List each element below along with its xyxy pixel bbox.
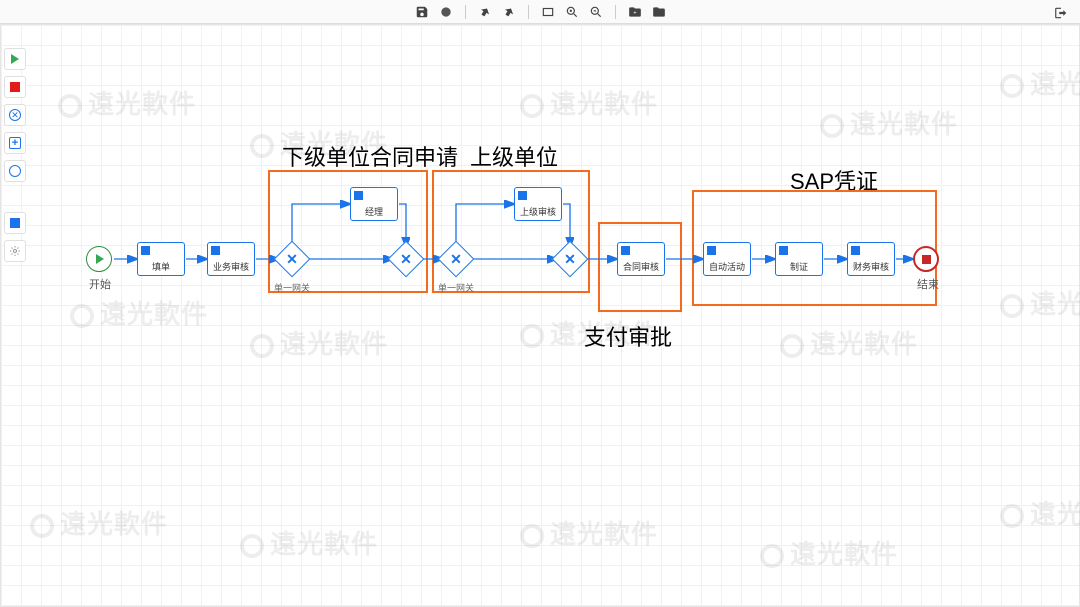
gateway-3[interactable]: ✕ (443, 246, 469, 272)
folder-add-button[interactable]: + (624, 1, 646, 23)
top-toolbar: + (0, 0, 1080, 24)
palette-user-task[interactable] (4, 212, 26, 234)
palette-start-event[interactable] (4, 48, 26, 70)
end-event[interactable] (913, 246, 939, 272)
fit-button[interactable] (537, 1, 559, 23)
annotation-label-2: 上级单位 (470, 140, 558, 172)
undo-button[interactable] (474, 1, 496, 23)
gateway-2[interactable]: ✕ (393, 246, 419, 272)
task-superior-review[interactable]: 上级审核 (514, 187, 562, 221)
svg-text:+: + (633, 10, 637, 16)
exit-button[interactable] (1050, 2, 1072, 24)
end-event-label: 结束 (908, 276, 948, 292)
task-business-review[interactable]: 业务审核 (207, 242, 255, 276)
palette-intermediate-event[interactable]: + (4, 132, 26, 154)
start-event-label: 开始 (80, 276, 120, 292)
task-manager[interactable]: 经理 (350, 187, 398, 221)
task-auto-activity[interactable]: 自动活动 (703, 242, 751, 276)
save-button[interactable] (411, 1, 433, 23)
redo-button[interactable] (498, 1, 520, 23)
annotation-label-1: 下级单位合同申请 (282, 140, 458, 172)
start-event[interactable] (86, 246, 112, 272)
palette-end-event[interactable] (4, 76, 26, 98)
task-fill-form[interactable]: 填单 (137, 242, 185, 276)
task-finance-review[interactable]: 财务审核 (847, 242, 895, 276)
side-palette: ✕ + (4, 48, 28, 262)
palette-exclusive-gateway[interactable]: ✕ (4, 104, 26, 126)
gateway-1-label: 单一网关 (274, 281, 310, 294)
workflow-canvas[interactable] (0, 24, 1080, 607)
palette-circle-event[interactable] (4, 160, 26, 182)
task-voucher[interactable]: 制证 (775, 242, 823, 276)
gateway-1[interactable]: ✕ (279, 246, 305, 272)
annotation-label-3: 支付审批 (584, 320, 672, 352)
zoom-out-button[interactable] (585, 1, 607, 23)
validate-button[interactable] (435, 1, 457, 23)
zoom-in-button[interactable] (561, 1, 583, 23)
gateway-3-label: 单一网关 (438, 281, 474, 294)
folder-button[interactable] (648, 1, 670, 23)
palette-settings[interactable] (4, 240, 26, 262)
gateway-4[interactable]: ✕ (557, 246, 583, 272)
task-contract-review[interactable]: 合同审核 (617, 242, 665, 276)
